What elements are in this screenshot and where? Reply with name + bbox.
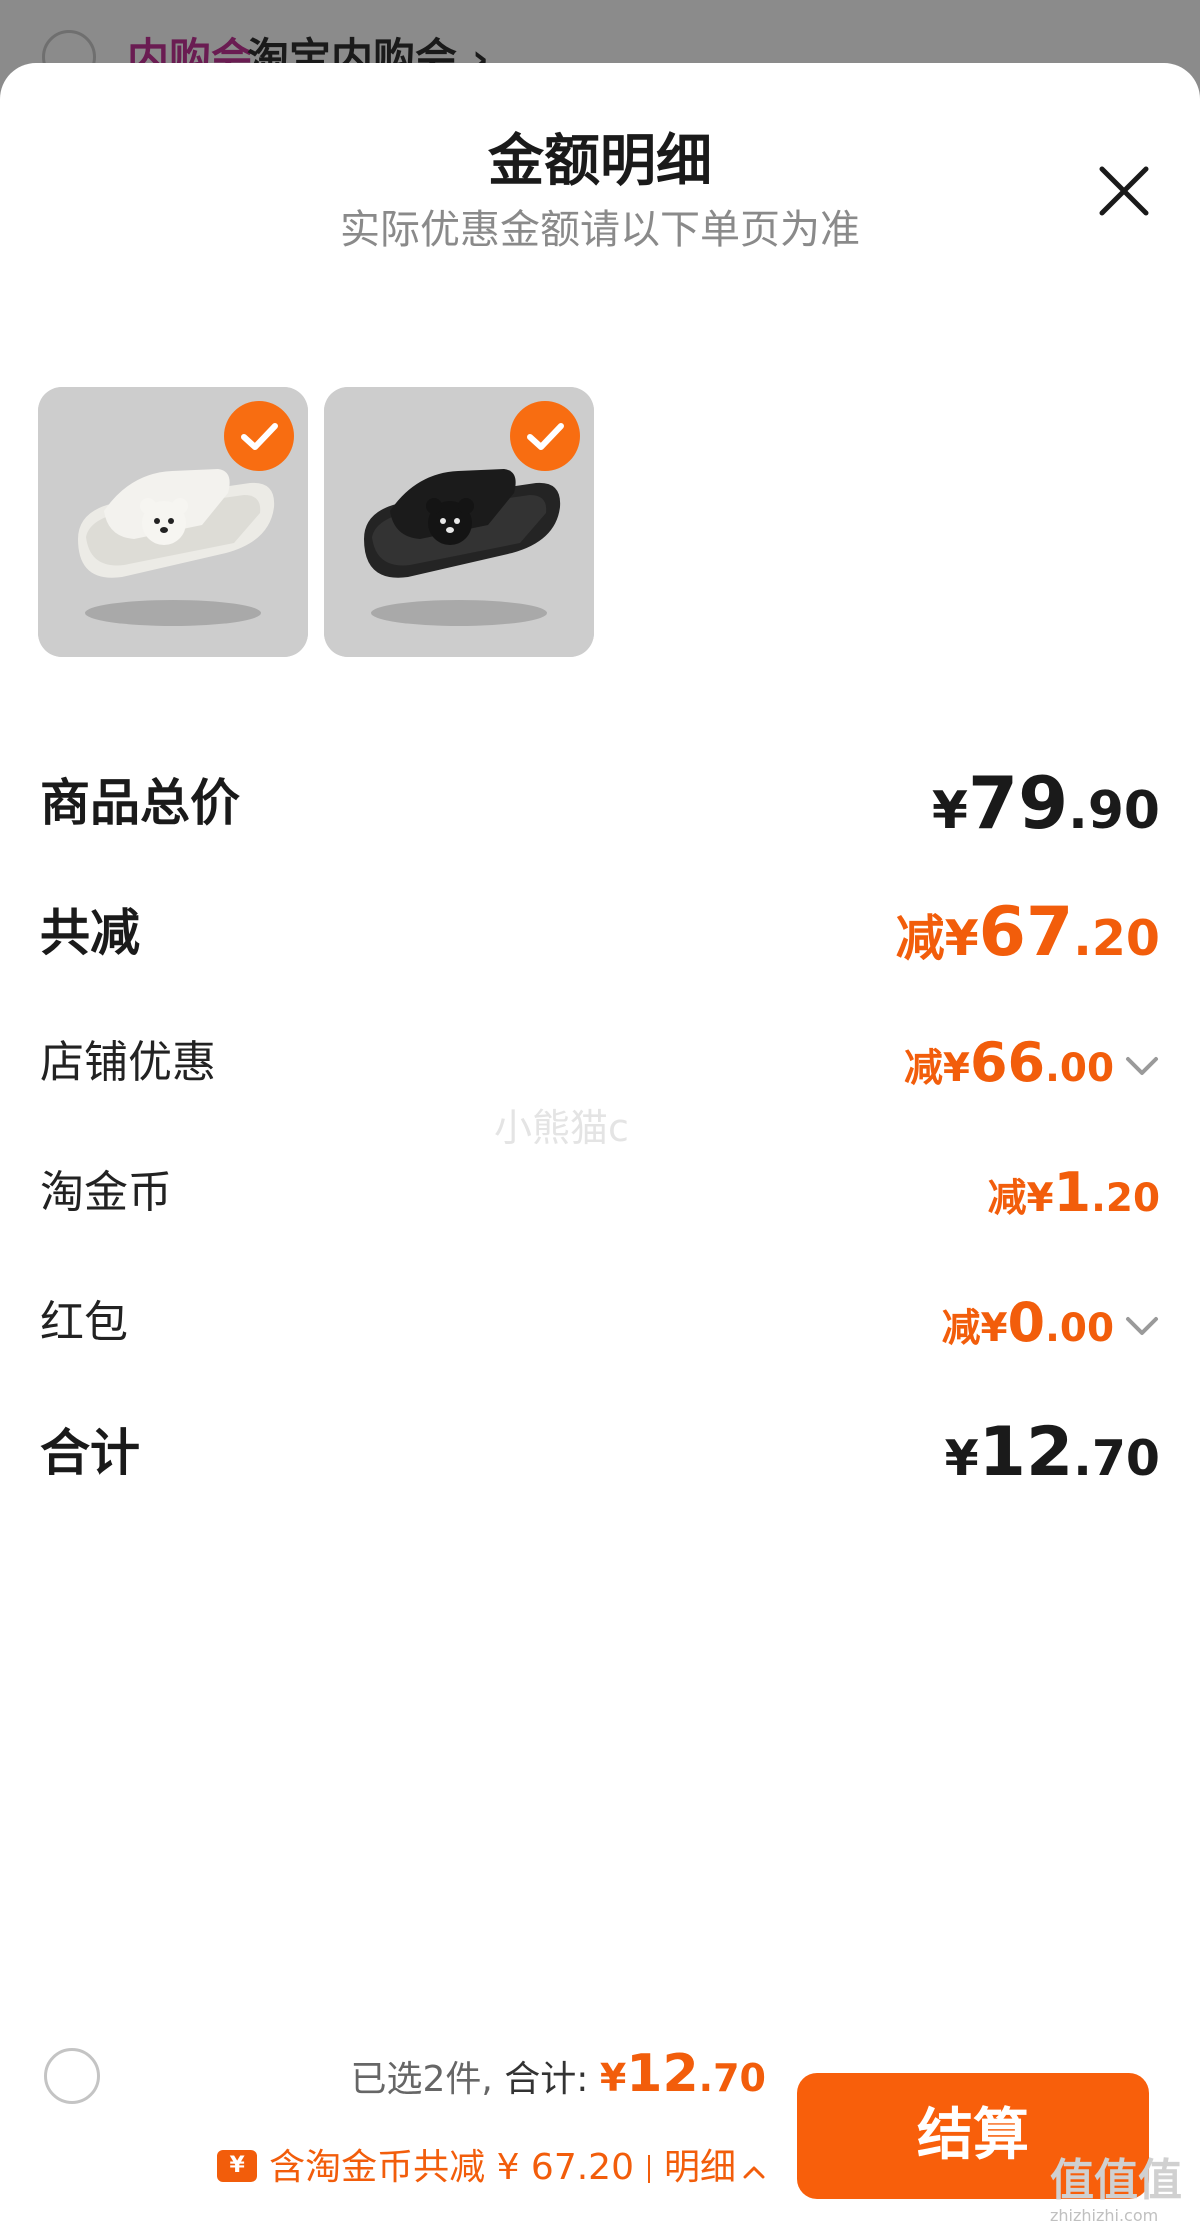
chevron-up-icon[interactable] bbox=[742, 2141, 766, 2197]
row-red-packet[interactable]: 红包 减¥0.00 bbox=[40, 1283, 1160, 1363]
row-total-discount: 共减 减¥67.20 bbox=[40, 893, 1160, 973]
corner-watermark-url: zhizhizhi.com bbox=[1050, 2206, 1159, 2225]
divider bbox=[647, 2155, 650, 2183]
row-taojinbi: 淘金币 减¥1.20 bbox=[40, 1153, 1160, 1233]
footer-summary: 已选2件, 合计: ¥12.70 bbox=[350, 2044, 766, 2110]
subtotal-value: ¥79.90 bbox=[931, 761, 1160, 845]
close-icon[interactable] bbox=[1094, 161, 1154, 221]
amount-detail-sheet: 金额明细 实际优惠金额请以下单页为准 商品总价 ¥79.90 共减 减¥67.2… bbox=[0, 63, 1200, 2240]
taojinbi-label: 淘金币 bbox=[40, 1167, 172, 1218]
row-subtotal: 商品总价 ¥79.90 bbox=[40, 763, 1160, 843]
product-thumbnail-black-sandal[interactable] bbox=[324, 387, 594, 657]
coupon-ticket-icon: ¥ bbox=[217, 2150, 258, 2182]
watermark-text: 小熊猫c bbox=[494, 1106, 629, 1150]
sheet-title: 金额明细 bbox=[488, 129, 712, 194]
selected-count: 已选2件, bbox=[350, 2059, 493, 2100]
background-page-strip: 内购会 淘宝内购会 › bbox=[0, 0, 1200, 84]
row-store-discount[interactable]: 店铺优惠 减¥66.00 bbox=[40, 1023, 1160, 1103]
select-all-radio[interactable] bbox=[44, 2048, 100, 2104]
selected-check-icon[interactable] bbox=[510, 401, 580, 471]
corner-watermark-logo: 值值值 bbox=[1050, 2155, 1182, 2206]
selected-check-icon[interactable] bbox=[224, 401, 294, 471]
row-total: 合计 ¥12.70 bbox=[40, 1413, 1160, 1493]
total-label: 合计 bbox=[40, 1424, 140, 1482]
taojinbi-value: 减¥1.20 bbox=[987, 1161, 1160, 1224]
store-discount-value[interactable]: 减¥66.00 bbox=[904, 1023, 1164, 1109]
footer-discount-text: 含淘金币共减 ¥ 67.20 bbox=[269, 2147, 634, 2188]
footer-total-value: ¥12.70 bbox=[599, 2044, 766, 2104]
red-packet-label: 红包 bbox=[40, 1297, 128, 1348]
sheet-subtitle: 实际优惠金额请以下单页为准 bbox=[340, 207, 860, 253]
store-discount-label: 店铺优惠 bbox=[40, 1037, 216, 1088]
footer-discount-detail[interactable]: ¥ 含淘金币共减 ¥ 67.20 明细 bbox=[217, 2140, 766, 2197]
chevron-down-icon[interactable] bbox=[1120, 1051, 1164, 1081]
footer-detail-label[interactable]: 明细 bbox=[664, 2147, 736, 2188]
footer-total-label: 合计: bbox=[504, 2059, 589, 2100]
chevron-down-icon[interactable] bbox=[1120, 1311, 1164, 1341]
subtotal-label: 商品总价 bbox=[40, 774, 240, 832]
product-thumbnail-white-sandal[interactable] bbox=[38, 387, 308, 657]
total-discount-label: 共减 bbox=[40, 904, 140, 962]
red-packet-value[interactable]: 减¥0.00 bbox=[942, 1283, 1164, 1369]
total-discount-value: 减¥67.20 bbox=[895, 893, 1160, 972]
total-value: ¥12.70 bbox=[944, 1413, 1160, 1492]
